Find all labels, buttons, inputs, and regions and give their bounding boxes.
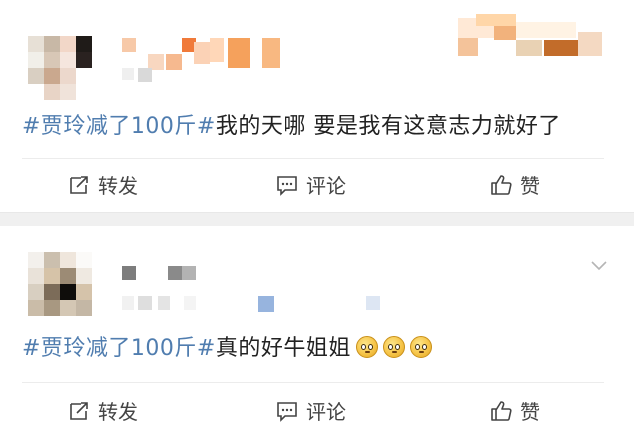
emoji-pleading-face-icon	[355, 336, 378, 358]
like-label: 赞	[520, 174, 540, 198]
repost-button[interactable]: 转发	[68, 396, 138, 425]
divider	[22, 382, 604, 383]
chevron-down-icon[interactable]	[590, 256, 608, 274]
avatar[interactable]	[28, 36, 92, 100]
post-card[interactable]: #贾玲减了100斤#我的天哪 要是我有这意志力就好了 转发 评论 赞	[0, 0, 634, 212]
divider	[22, 158, 604, 159]
member-badge	[458, 12, 604, 60]
repost-label: 转发	[98, 400, 138, 424]
post-content: #贾玲减了100斤#我的天哪 要是我有这意志力就好了	[22, 108, 561, 140]
post-text: 真的好牛姐姐	[215, 336, 351, 361]
post-separator	[0, 212, 634, 227]
comment-icon	[277, 175, 297, 196]
post-content: #贾玲减了100斤#真的好牛姐姐	[22, 330, 432, 362]
avatar[interactable]	[28, 252, 92, 316]
like-button[interactable]: 赞	[490, 170, 540, 199]
repost-button[interactable]: 转发	[68, 170, 138, 199]
repost-icon	[70, 175, 88, 194]
post-text: 我的天哪 要是我有这意志力就好了	[215, 114, 561, 139]
like-icon	[491, 400, 512, 421]
emoji-pleading-face-icon	[409, 336, 432, 358]
repost-label: 转发	[98, 174, 138, 198]
topic-link[interactable]: #贾玲减了100斤#	[22, 114, 216, 139]
comment-label: 评论	[306, 174, 346, 198]
comment-button[interactable]: 评论	[276, 170, 346, 199]
like-button[interactable]: 赞	[490, 396, 540, 425]
like-icon	[491, 174, 512, 195]
action-bar: 转发 评论 赞	[0, 160, 634, 204]
username[interactable]	[118, 38, 293, 88]
username[interactable]	[118, 266, 198, 286]
emoji-pleading-face-icon	[382, 336, 405, 358]
like-label: 赞	[520, 400, 540, 424]
comment-button[interactable]: 评论	[276, 396, 346, 425]
comment-label: 评论	[306, 400, 346, 424]
post-card[interactable]: #贾玲减了100斤#真的好牛姐姐 转发 评论 赞	[0, 226, 634, 437]
topic-link[interactable]: #贾玲减了100斤#	[22, 336, 216, 361]
post-meta	[118, 296, 398, 316]
repost-icon	[70, 401, 88, 420]
action-bar: 转发 评论 赞	[0, 386, 634, 430]
comment-icon	[277, 401, 297, 422]
